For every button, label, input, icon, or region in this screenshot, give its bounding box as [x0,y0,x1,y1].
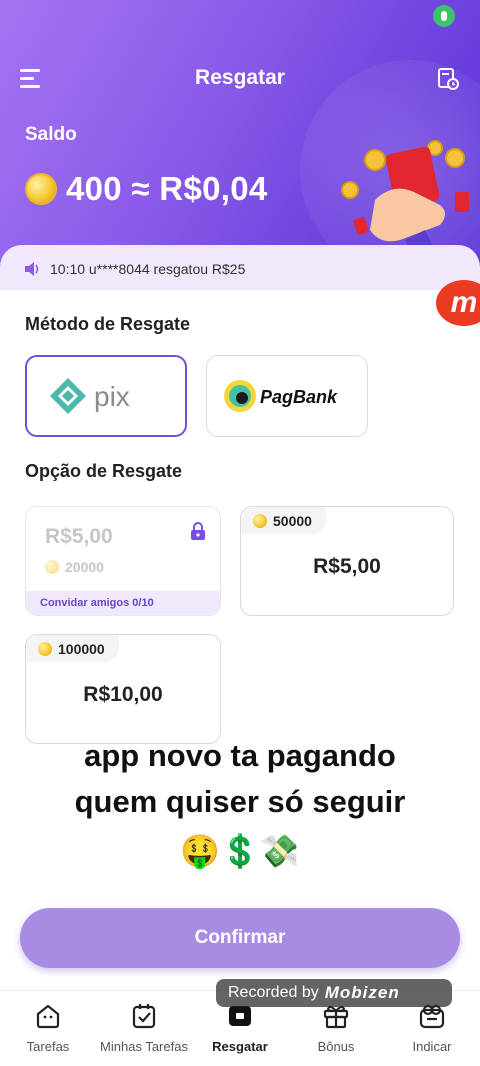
mic-icon [433,5,455,27]
caption-line-2: quem quiser só seguir [74,784,406,819]
page-title: Resgatar [195,66,285,89]
coin-icon [253,513,267,528]
balance-label: Saldo [25,124,77,145]
redeem-option-10[interactable]: 100000 R$10,00 [25,634,221,744]
confirm-button[interactable]: Confirmar [20,908,460,968]
method-section-title: Método de Resgate [25,314,191,334]
tab-label: Resgatar [212,1039,268,1054]
coin-icon [38,641,52,656]
redeem-section-title: Opção de Resgate [25,461,183,481]
option-coins: 20000 [45,559,104,575]
coin-badge: 50000 [241,507,326,534]
tab-label: Tarefas [26,1039,70,1054]
recorder-watermark: Recorded by Mobizen [216,979,452,1007]
tab-bonus[interactable]: Bônus [288,1003,384,1054]
caption-emojis: 🤑💲💸 [180,833,300,869]
coin-icon [25,173,57,205]
tab-indicar[interactable]: Indicar [384,1003,480,1054]
balance-row: 400 ≈ R$0,04 [25,170,268,208]
home-icon [36,1004,60,1029]
ticker-text: 10:10 u****8044 resgatou R$25 [50,261,246,277]
tab-tarefas[interactable]: Tarefas [0,1003,96,1054]
pix-logo-icon: pix [50,378,130,414]
tab-minhas-tarefas[interactable]: Minhas Tarefas [96,1003,192,1054]
option-amount: R$5,00 [313,555,381,578]
caption-line-1: app novo ta pagando [84,738,396,773]
pix-label: pix [94,381,130,412]
balance-value: 400 ≈ R$0,04 [66,170,268,207]
pagbank-logo-icon: PagBank [224,380,338,412]
tab-label: Indicar [412,1039,452,1054]
history-icon[interactable] [437,67,459,91]
redeem-ticker: 10:10 u****8044 resgatou R$25 [0,245,480,293]
lock-icon [191,522,205,540]
coin-badge: 100000 [26,635,119,662]
method-pagbank[interactable]: PagBank [206,355,368,437]
option-amount: R$10,00 [83,683,163,706]
method-pix[interactable]: pix [25,355,187,437]
option-amount: R$5,00 [45,525,113,548]
pagbank-label: PagBank [260,387,338,407]
tab-label: Minhas Tarefas [100,1039,188,1054]
tab-label: Bônus [317,1039,355,1054]
tab-resgatar[interactable]: Resgatar [192,1003,288,1054]
redeem-option-5[interactable]: 50000 R$5,00 [240,506,454,616]
speaker-icon [25,262,39,276]
hand-coins-illustration [341,140,469,250]
checklist-icon [132,1004,156,1029]
redeem-option-locked[interactable]: R$5,00 20000 Convidar amigos 0/10 [25,506,221,616]
invite-progress: Convidar amigos 0/10 [26,591,220,615]
coin-icon [45,560,59,574]
